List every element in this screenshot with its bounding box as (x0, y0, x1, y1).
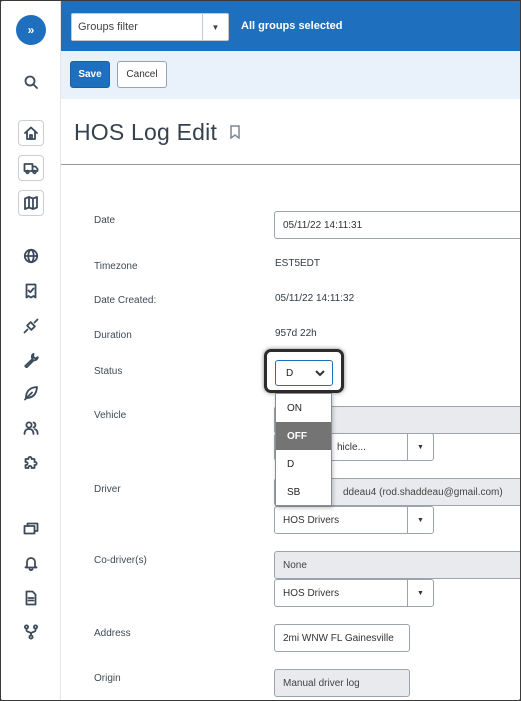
status-option-sb[interactable]: SB (276, 478, 331, 506)
address-input[interactable]: 2mi WNW FL Gainesville (274, 624, 410, 652)
groups-filter-text: Groups filter (78, 21, 138, 33)
caret-down-icon[interactable]: ▼ (407, 580, 433, 606)
search-icon[interactable] (20, 71, 42, 93)
timezone-value: EST5EDT (275, 258, 321, 269)
origin-label: Origin (94, 673, 121, 684)
home-icon[interactable] (18, 120, 44, 146)
workflow-icon[interactable] (20, 621, 42, 643)
puzzle-icon[interactable] (20, 451, 42, 473)
title-area: HOS Log Edit (61, 99, 520, 165)
status-select-value: D (286, 367, 294, 379)
map-icon[interactable] (18, 190, 44, 216)
page-title: HOS Log Edit (74, 119, 218, 145)
expand-sidebar-button[interactable]: » (16, 15, 46, 45)
action-bar: Save Cancel (61, 51, 520, 99)
app-window: » Groups filter ▼ All groups selected Sa… (1, 1, 520, 700)
cancel-button[interactable]: Cancel (117, 61, 167, 88)
leaf-icon[interactable] (20, 382, 42, 404)
document-icon[interactable] (20, 587, 42, 609)
status-option-off[interactable]: OFF (276, 422, 331, 450)
date-created-label: Date Created: (94, 295, 157, 306)
groups-selected-label: All groups selected (241, 20, 343, 32)
status-select[interactable]: D (275, 360, 333, 386)
checklist-icon[interactable] (20, 280, 42, 302)
vehicle-label: Vehicle (94, 410, 127, 421)
caret-down-icon[interactable]: ▼ (407, 434, 433, 460)
hos-log-form: Date 05/11/22 14:11:31 Timezone EST5EDT … (61, 166, 520, 700)
date-label: Date (94, 215, 116, 226)
caret-down-icon[interactable]: ▼ (202, 14, 228, 40)
caret-down-icon[interactable]: ▼ (407, 507, 433, 533)
users-icon[interactable] (20, 417, 42, 439)
status-focus-ring: D (264, 349, 344, 393)
origin-field[interactable]: Manual driver log (274, 669, 410, 697)
top-bar: Groups filter ▼ All groups selected (61, 1, 520, 51)
codriver-field[interactable]: None (274, 551, 520, 579)
codriver-group-text: HOS Drivers (283, 587, 340, 599)
status-option-d[interactable]: D (276, 450, 331, 478)
messages-icon[interactable] (20, 518, 42, 540)
groups-filter-select[interactable]: Groups filter ▼ (71, 13, 229, 41)
wrench-icon[interactable] (20, 349, 42, 371)
globe-icon[interactable] (20, 245, 42, 267)
sidebar: » (1, 1, 61, 700)
driver-label: Driver (94, 484, 121, 495)
duration-label: Duration (94, 330, 132, 341)
connector-icon[interactable] (20, 315, 42, 337)
chevron-down-icon (313, 365, 327, 381)
status-options-list: ON OFF D SB (275, 393, 332, 506)
save-button[interactable]: Save (70, 61, 110, 88)
codriver-label: Co-driver(s) (94, 555, 147, 566)
date-created-value: 05/11/22 14:11:32 (275, 293, 355, 304)
driver-group-select[interactable]: HOS Drivers ▼ (274, 506, 434, 534)
status-label: Status (94, 366, 123, 377)
bookmark-icon[interactable] (229, 125, 241, 140)
truck-icon[interactable] (18, 155, 44, 181)
codriver-group-select[interactable]: HOS Drivers ▼ (274, 579, 434, 607)
date-input[interactable]: 05/11/22 14:11:31 (274, 211, 520, 239)
bell-icon[interactable] (20, 552, 42, 574)
status-option-on[interactable]: ON (276, 394, 331, 422)
duration-value: 957d 22h (275, 328, 317, 339)
address-label: Address (94, 628, 131, 639)
driver-group-text: HOS Drivers (283, 514, 340, 526)
timezone-label: Timezone (94, 261, 138, 272)
